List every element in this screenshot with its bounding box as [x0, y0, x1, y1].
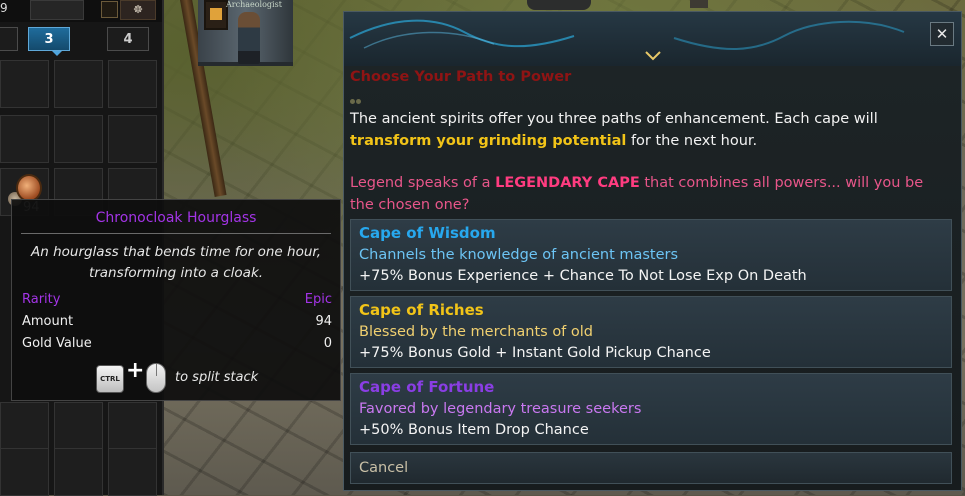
- inventory-slot[interactable]: [108, 115, 157, 163]
- lantern: [204, 0, 228, 30]
- inventory-slot[interactable]: [108, 448, 157, 496]
- tooltip-row-value: 0: [323, 336, 332, 351]
- option-cape-of-fortune[interactable]: Cape of Fortune Favored by legendary tre…: [350, 373, 952, 445]
- option-name: Cape of Fortune: [359, 378, 495, 396]
- option-cape-of-wisdom[interactable]: Cape of Wisdom Channels the knowledge of…: [350, 219, 952, 291]
- inventory-slot[interactable]: [54, 448, 103, 496]
- option-description: Blessed by the merchants of old: [359, 324, 594, 340]
- split-stack-hint: to split stack: [175, 370, 259, 385]
- tab-3[interactable]: 3: [28, 27, 70, 51]
- gold-amount: 9: [0, 1, 8, 15]
- tab-4[interactable]: 4: [107, 27, 149, 51]
- tooltip-item-name: Chronocloak Hourglass: [95, 210, 257, 226]
- tooltip-row-key: Gold Value: [22, 336, 92, 351]
- intro-text-end: for the next hour.: [626, 133, 758, 149]
- intro-text: The ancient spirits offer you three path…: [350, 111, 878, 127]
- inventory-slot[interactable]: [54, 60, 103, 108]
- option-description: Favored by legendary treasure seekers: [359, 401, 642, 417]
- option-name: Cape of Wisdom: [359, 224, 496, 242]
- inventory-slot[interactable]: [54, 402, 103, 450]
- cancel-button[interactable]: Cancel: [350, 452, 952, 484]
- inventory-slot[interactable]: [108, 402, 157, 450]
- active-tab-arrow-icon: [52, 51, 62, 56]
- tooltip-row-key: Amount: [22, 314, 74, 329]
- inventory-slot[interactable]: [0, 402, 49, 450]
- option-cape-of-riches[interactable]: Cape of Riches Blessed by the merchants …: [350, 296, 952, 368]
- dialog-header: ✕: [344, 12, 961, 66]
- npc-archaeologist[interactable]: [238, 12, 260, 64]
- option-name: Cape of Riches: [359, 301, 484, 319]
- intro-highlight: transform your grinding potential: [350, 133, 627, 149]
- dialog-title-icons: [350, 89, 364, 104]
- dialog-intro: The ancient spirits offer you three path…: [350, 108, 950, 152]
- tooltip-row-value: Epic: [304, 292, 332, 307]
- option-bonus: +75% Bonus Gold + Instant Gold Pickup Ch…: [359, 345, 711, 361]
- legend-text-start: Legend speaks of a: [350, 175, 496, 191]
- inventory-header: 9 ☸: [0, 0, 162, 22]
- distant-figure: [690, 0, 708, 8]
- tooltip-description: An hourglass that bends time for one hou…: [30, 244, 322, 281]
- plus-icon: +: [126, 358, 145, 383]
- option-description: Channels the knowledge of ancient master…: [359, 247, 679, 263]
- ornament-swirl-icon: [349, 19, 905, 61]
- inventory-slot[interactable]: [0, 448, 49, 496]
- checkbox-icon[interactable]: [101, 1, 118, 18]
- inventory-slot[interactable]: [108, 60, 157, 108]
- tab-2[interactable]: [0, 27, 18, 51]
- item-tooltip: Chronocloak Hourglass An hourglass that …: [11, 199, 341, 401]
- tooltip-row-key: Rarity: [22, 292, 61, 307]
- inventory-slot[interactable]: [0, 60, 49, 108]
- mouse-icon: [146, 363, 166, 393]
- cape-choice-dialog: ✕ Choose Your Path to Power The ancient …: [343, 11, 962, 491]
- legendary-cape-highlight: LEGENDARY CAPE: [495, 175, 640, 191]
- stone-well: [527, 0, 591, 10]
- inventory-slot[interactable]: [54, 115, 103, 163]
- tooltip-row-value: 94: [315, 314, 332, 329]
- dialog-title: Choose Your Path to Power: [350, 69, 572, 85]
- tooltip-divider: [21, 233, 331, 234]
- option-bonus: +50% Bonus Item Drop Chance: [359, 422, 589, 438]
- legend-text: Legend speaks of a LEGENDARY CAPE that c…: [350, 172, 950, 216]
- option-bonus: +75% Bonus Experience + Chance To Not Lo…: [359, 268, 807, 284]
- close-button[interactable]: ✕: [930, 22, 954, 46]
- npc-nameplate: Archaeologist: [226, 0, 282, 9]
- character-portrait-icon[interactable]: ☸: [120, 0, 156, 20]
- inventory-slot[interactable]: [0, 115, 49, 163]
- header-slot[interactable]: [30, 0, 84, 20]
- ctrl-key-icon: CTRL: [96, 365, 124, 393]
